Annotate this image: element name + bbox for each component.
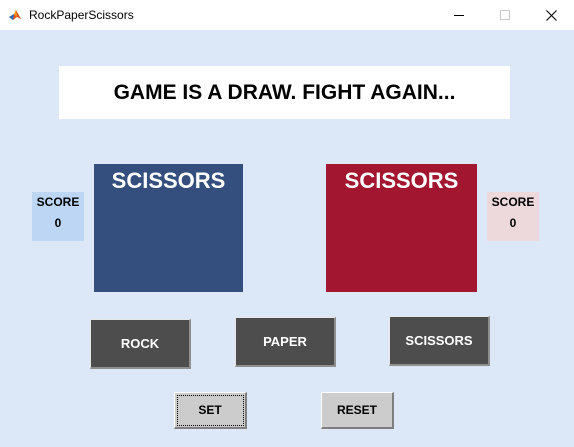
right-score-value: 0: [509, 216, 517, 230]
minimize-button[interactable]: [436, 0, 482, 30]
title-bar: RockPaperScissors: [0, 0, 574, 30]
message-panel: GAME IS A DRAW. FIGHT AGAIN...: [59, 66, 510, 119]
maximize-icon: [500, 10, 510, 20]
right-score-box: SCORE 0: [487, 192, 539, 241]
left-score-label: SCORE: [36, 195, 80, 209]
window-title: RockPaperScissors: [29, 8, 134, 22]
game-area: GAME IS A DRAW. FIGHT AGAIN... SCORE 0 S…: [0, 30, 574, 447]
left-score-value: 0: [54, 216, 62, 230]
right-player-panel: SCISSORS: [326, 164, 477, 292]
game-status-message: GAME IS A DRAW. FIGHT AGAIN...: [113, 80, 456, 104]
paper-button[interactable]: PAPER: [235, 317, 336, 367]
matlab-icon: [8, 8, 22, 22]
left-player-panel: SCISSORS: [94, 164, 243, 292]
reset-button[interactable]: RESET: [321, 392, 394, 429]
right-player-choice: SCISSORS: [344, 168, 459, 193]
minimize-icon: [454, 15, 464, 16]
app-window: RockPaperScissors GAME IS A DRAW. FIGHT …: [0, 0, 574, 447]
maximize-button[interactable]: [482, 0, 528, 30]
close-button[interactable]: [528, 0, 574, 30]
left-score-box: SCORE 0: [32, 192, 84, 241]
set-button[interactable]: SET: [174, 392, 247, 429]
right-score-label: SCORE: [491, 195, 535, 209]
left-player-choice: SCISSORS: [111, 168, 226, 193]
scissors-button[interactable]: SCISSORS: [389, 316, 490, 366]
close-icon: [545, 9, 557, 21]
rock-button[interactable]: ROCK: [90, 319, 191, 369]
